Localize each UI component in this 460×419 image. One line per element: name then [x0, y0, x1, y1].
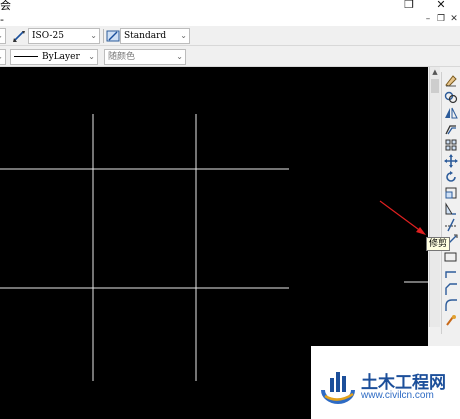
stretch-icon[interactable] — [444, 202, 458, 216]
annotation-arrow — [379, 200, 423, 233]
drawing-title-bar: - – ❐ ✕ — [0, 12, 460, 26]
dimension-style-value: ISO-25 — [32, 31, 64, 41]
trim-tooltip: 修剪 — [426, 237, 451, 251]
join-icon[interactable] — [444, 266, 458, 280]
mirror-icon[interactable] — [444, 106, 458, 120]
linetype-preview — [14, 56, 38, 57]
rotate-icon[interactable] — [444, 170, 458, 184]
text-style-dropdown[interactable]: ⌄ — [0, 28, 6, 44]
toolbar-separator — [103, 29, 104, 43]
linetype-value: ByLayer — [42, 52, 80, 62]
modify-toolbar — [441, 72, 460, 334]
linetype-dropdown[interactable]: ByLayer ⌄ — [10, 49, 98, 65]
offset-icon[interactable] — [444, 122, 458, 136]
drawing-restore-button[interactable]: ❐ — [435, 13, 447, 25]
styles-toolbar: ⌄ ISO-25 ⌄ Standard ⌄ — [0, 26, 460, 46]
table-style-dropdown[interactable]: Standard ⌄ — [120, 28, 190, 44]
break-icon[interactable] — [444, 250, 458, 264]
plot-style-value: 随颜色 — [108, 52, 136, 62]
drawing-close-button[interactable]: ✕ — [448, 13, 460, 25]
site-watermark: 土木工程网 www.civilcn.com — [311, 346, 460, 419]
trim-icon[interactable] — [444, 218, 458, 232]
copy-icon[interactable] — [444, 90, 458, 104]
dimension-style-icon[interactable] — [12, 29, 26, 43]
chamfer-icon[interactable] — [444, 282, 458, 296]
dimension-style-dropdown[interactable]: ISO-25 ⌄ — [28, 28, 100, 44]
scroll-thumb[interactable] — [431, 79, 439, 93]
vertical-scrollbar[interactable]: ▲ — [429, 67, 440, 327]
properties-toolbar: ⌄ ByLayer ⌄ 随颜色 ⌄ — [0, 47, 460, 67]
plot-style-dropdown[interactable]: 随颜色 ⌄ — [104, 49, 186, 65]
array-icon[interactable] — [444, 138, 458, 152]
application-title-bar: 会 ❐ ✕ — [0, 0, 460, 12]
watermark-url: www.civilcn.com — [361, 390, 434, 401]
table-style-icon[interactable] — [106, 29, 120, 43]
erase-icon[interactable] — [444, 74, 458, 88]
fillet-icon[interactable] — [444, 298, 458, 312]
move-icon[interactable] — [444, 154, 458, 168]
explode-icon[interactable] — [444, 314, 458, 328]
drawing-minimize-button[interactable]: – — [422, 13, 434, 25]
table-style-value: Standard — [124, 31, 167, 41]
drawing-title: - — [0, 13, 4, 26]
scale-icon[interactable] — [444, 186, 458, 200]
scroll-up-arrow-icon[interactable]: ▲ — [430, 67, 440, 77]
civilcn-logo-icon — [321, 372, 355, 404]
restore-button[interactable]: ❐ — [400, 0, 418, 11]
color-control-dropdown[interactable]: ⌄ — [0, 49, 6, 65]
close-button[interactable]: ✕ — [432, 0, 450, 11]
